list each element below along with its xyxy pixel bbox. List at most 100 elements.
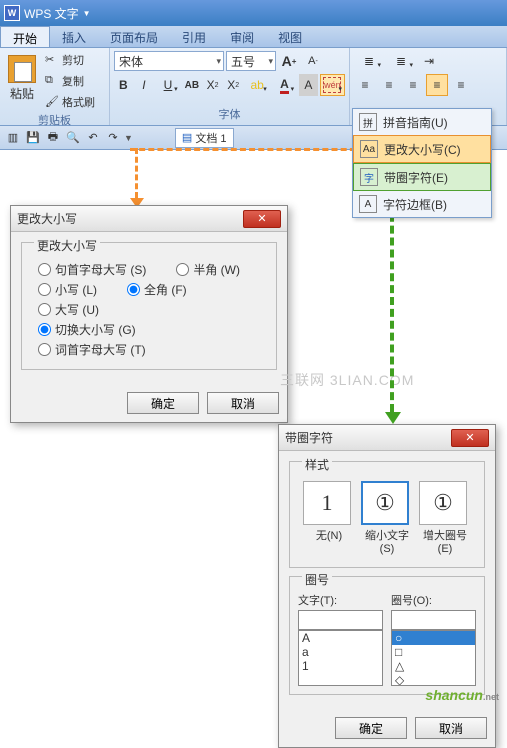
font-group-label: 字体 <box>114 106 345 123</box>
align-left-button[interactable]: ≡ <box>354 74 376 96</box>
menu-enclosed-char[interactable]: 字 带圈字符(E) <box>353 163 491 191</box>
paste-button[interactable]: 粘贴 <box>4 50 40 106</box>
emphasis-button[interactable]: AB <box>183 74 202 96</box>
close-button[interactable]: ✕ <box>243 210 281 228</box>
document-tab[interactable]: ▤ 文档 1 <box>175 128 234 148</box>
ring-input[interactable] <box>391 610 476 630</box>
text-input[interactable] <box>298 610 383 630</box>
tab-review[interactable]: 审阅 <box>218 26 266 47</box>
subscript-button[interactable]: X2 <box>224 74 243 96</box>
char-shading-button[interactable]: A <box>299 74 318 96</box>
bullets-button[interactable]: ≣ <box>354 50 384 72</box>
dialog-titlebar[interactable]: 带圈字符 ✕ <box>279 425 495 451</box>
dialog-title: 更改大小写 <box>17 210 77 227</box>
align-center-button[interactable]: ≡ <box>378 74 400 96</box>
numbering-button[interactable]: ≣ <box>386 50 416 72</box>
highlight-icon: ab <box>250 78 263 92</box>
print-icon: 🖶 <box>48 128 58 147</box>
indent-button[interactable]: ⇥ <box>418 50 440 72</box>
shrink-font-button[interactable]: A- <box>302 50 324 72</box>
justify-button[interactable]: ≡ <box>426 74 448 96</box>
list-item[interactable]: ○ <box>392 631 475 645</box>
redo-icon: ↷ <box>108 131 117 144</box>
menu-label: 带圈字符(E) <box>384 169 448 186</box>
redo-button[interactable]: ↷ <box>104 129 122 147</box>
underline-button[interactable]: U <box>155 74 180 96</box>
print-button[interactable]: 🖶 <box>44 129 62 147</box>
menu-label: 字符边框(B) <box>383 196 447 213</box>
tab-reference[interactable]: 引用 <box>170 26 218 47</box>
clipboard-group: 粘贴 ✂剪切 ⧉复制 🖌格式刷 剪贴板 <box>0 48 110 125</box>
dialog-titlebar[interactable]: 更改大小写 ✕ <box>11 206 287 232</box>
change-case-menu: 拼 拼音指南(U) Aa 更改大小写(C) 字 带圈字符(E) A 字符边框(B… <box>352 108 492 218</box>
phonetic-guide-button[interactable]: wén <box>320 74 345 96</box>
preview-button[interactable]: 🔍 <box>64 129 82 147</box>
cancel-button[interactable]: 取消 <box>207 392 279 414</box>
menu-char-border[interactable]: A 字符边框(B) <box>353 191 491 217</box>
undo-button[interactable]: ↶ <box>84 129 102 147</box>
radio-half-width[interactable]: 半角 (W) <box>176 261 240 278</box>
text-listbox[interactable]: A a 1 <box>298 630 383 686</box>
distribute-button[interactable]: ≡ <box>450 74 472 96</box>
preview-icon: 🔍 <box>66 131 80 144</box>
close-button[interactable]: ✕ <box>451 429 489 447</box>
copy-button[interactable]: ⧉复制 <box>42 71 98 91</box>
tab-insert[interactable]: 插入 <box>50 26 98 47</box>
list-item[interactable]: a <box>299 645 382 659</box>
radio-toggle-case[interactable]: 切换大小写 (G) <box>38 321 136 338</box>
grow-font-button[interactable]: A+ <box>278 50 300 72</box>
list-item[interactable]: □ <box>392 645 475 659</box>
ring-label: 圈号(O): <box>391 592 476 608</box>
tab-layout[interactable]: 页面布局 <box>98 26 170 47</box>
clipboard-label: 剪贴板 <box>4 112 105 129</box>
radio-sentence-case[interactable]: 句首字母大写 (S) <box>38 261 146 278</box>
ring-listbox[interactable]: ○ □ △ ◇ <box>391 630 476 686</box>
doc-icon: ▤ <box>182 131 192 144</box>
radio-uppercase[interactable]: 大写 (U) <box>38 301 99 318</box>
radio-title-case[interactable]: 词首字母大写 (T) <box>38 341 146 358</box>
list-item[interactable]: △ <box>392 659 475 673</box>
bold-button[interactable]: B <box>114 74 133 96</box>
arrow-green <box>385 190 399 425</box>
doc-name: 文档 1 <box>195 130 226 146</box>
cancel-button[interactable]: 取消 <box>415 717 487 739</box>
list-item[interactable]: A <box>299 631 382 645</box>
text-label: 文字(T): <box>298 592 383 608</box>
menu-label: 拼音指南(U) <box>383 114 448 131</box>
ok-button[interactable]: 确定 <box>127 392 199 414</box>
cut-icon: ✂ <box>45 53 59 67</box>
phonetic-icon: wén <box>323 77 341 93</box>
qat-dropdown-icon[interactable]: ▼ <box>124 133 133 143</box>
cut-button[interactable]: ✂剪切 <box>42 50 98 70</box>
list-item[interactable]: 1 <box>299 659 382 673</box>
menu-change-case[interactable]: Aa 更改大小写(C) <box>353 135 491 163</box>
italic-button[interactable]: I <box>135 74 154 96</box>
title-bar: W WPS 文字 ▼ <box>0 0 507 26</box>
new-button[interactable]: ▥ <box>4 129 22 147</box>
save-button[interactable]: 💾 <box>24 129 42 147</box>
align-right-button[interactable]: ≡ <box>402 74 424 96</box>
font-size-combo[interactable]: 五号 <box>226 51 276 71</box>
tab-home[interactable]: 开始 <box>0 26 50 47</box>
app-logo-icon: W <box>4 5 20 21</box>
font-color-button[interactable]: A <box>272 74 297 96</box>
font-name-combo[interactable]: 宋体 <box>114 51 224 71</box>
radio-lowercase[interactable]: 小写 (L) <box>38 281 97 298</box>
tab-view[interactable]: 视图 <box>266 26 314 47</box>
bullets-icon: ≣ <box>364 54 374 68</box>
superscript-button[interactable]: X2 <box>203 74 222 96</box>
format-painter-button[interactable]: 🖌格式刷 <box>42 92 98 112</box>
font-group: 宋体 五号 A+ A- B I U AB X2 X2 ab A A wén 字体 <box>110 48 350 125</box>
ok-button[interactable]: 确定 <box>335 717 407 739</box>
highlight-button[interactable]: ab <box>245 74 270 96</box>
menu-pinyin-guide[interactable]: 拼 拼音指南(U) <box>353 109 491 135</box>
list-item[interactable]: ◇ <box>392 673 475 686</box>
style-shrink[interactable]: ① 缩小文字(S) <box>361 481 413 555</box>
style-enlarge[interactable]: ① 增大圈号(E) <box>419 481 471 555</box>
save-icon: 💾 <box>26 131 40 144</box>
radio-full-width[interactable]: 全角 (F) <box>127 281 187 298</box>
dialog-title: 带圈字符 <box>285 429 333 446</box>
app-menu-dropdown-icon[interactable]: ▼ <box>83 9 91 18</box>
style-none[interactable]: 1 无(N) <box>303 481 355 555</box>
arrow-orange <box>130 148 142 208</box>
